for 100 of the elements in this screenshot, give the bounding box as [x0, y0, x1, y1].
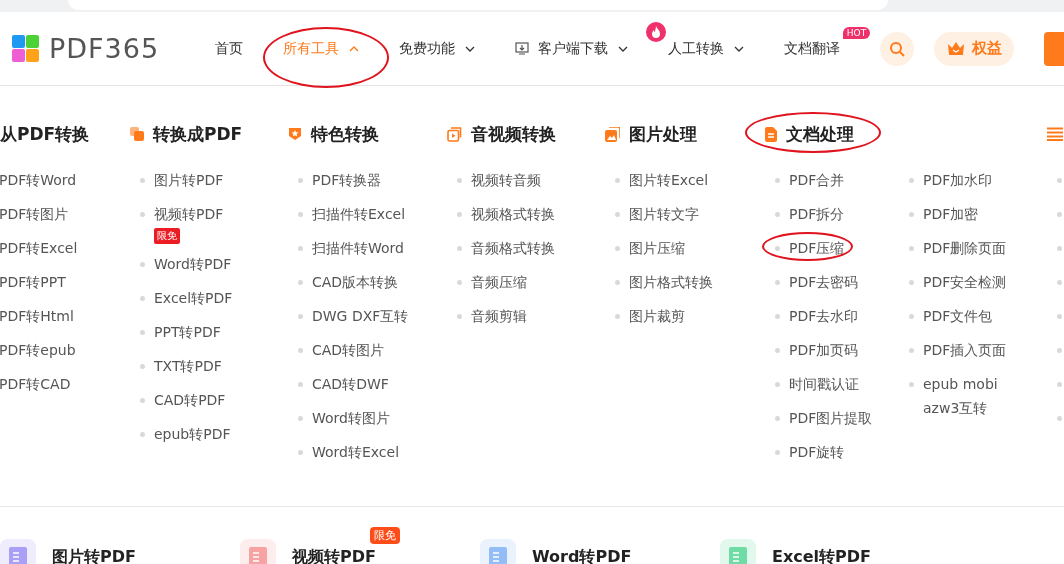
- category-title: 文档处理: [786, 122, 854, 146]
- tool-link[interactable]: PDF旋转: [789, 440, 845, 464]
- caret-icon: [349, 45, 360, 52]
- bullet-icon: [1057, 314, 1062, 319]
- tool-title[interactable]: Excel转PDF: [772, 546, 871, 564]
- tool-link[interactable]: Word转Excel: [312, 440, 400, 464]
- tool-link[interactable]: 图片转Excel: [629, 168, 709, 192]
- tool-link[interactable]: 图片转PDF: [154, 168, 224, 192]
- tool-link[interactable]: PDF转图片: [0, 202, 69, 226]
- tool-link[interactable]: PDF加密: [923, 202, 979, 226]
- caret-icon: [465, 45, 476, 52]
- tool-link[interactable]: 视频转PDF: [154, 202, 224, 226]
- tool-link[interactable]: DWG DXF互转: [312, 304, 409, 328]
- image-icon: [605, 126, 620, 142]
- bullet-icon: [457, 212, 462, 217]
- tool-link[interactable]: PDF转换器: [312, 168, 382, 192]
- tool-link[interactable]: PDF删除页面: [923, 236, 1007, 260]
- tool-link[interactable]: PDF去密码: [789, 270, 859, 294]
- tool-title[interactable]: Word转PDF: [532, 546, 632, 564]
- star-shield-icon: [288, 127, 302, 141]
- side-button[interactable]: [1044, 31, 1064, 66]
- crown-icon: [946, 41, 965, 56]
- file-icon: [9, 547, 27, 564]
- tool-link[interactable]: 音频压缩: [471, 270, 527, 294]
- bullet-icon: [775, 450, 780, 455]
- file-icon: [729, 547, 747, 564]
- bullet-icon: [1057, 178, 1062, 183]
- bullet-icon: [775, 348, 780, 353]
- bullet-icon: [775, 382, 780, 387]
- bullet-icon: [615, 246, 620, 251]
- list-icon: [1047, 127, 1063, 141]
- tool-link[interactable]: CAD转图片: [312, 338, 385, 362]
- tool-link[interactable]: CAD转DWF: [312, 372, 389, 396]
- logo-text: PDF365: [49, 33, 160, 64]
- tool-link[interactable]: PDF转epub: [0, 338, 76, 362]
- tool-link[interactable]: 时间戳认证: [789, 372, 859, 396]
- document-icon: [765, 126, 777, 142]
- category-title: 转换成PDF: [153, 122, 243, 146]
- tool-link[interactable]: PDF转CAD: [0, 372, 71, 396]
- tool-link[interactable]: 视频转音频: [471, 168, 541, 192]
- bullet-icon: [909, 246, 914, 251]
- tool-link[interactable]: PDF加水印: [923, 168, 993, 192]
- bullet-icon: [140, 296, 145, 301]
- tool-link[interactable]: 音频剪辑: [471, 304, 527, 328]
- tool-link[interactable]: PDF安全检测: [923, 270, 1007, 294]
- bullet-icon: [615, 212, 620, 217]
- search-icon: [889, 40, 906, 57]
- tool-link[interactable]: PDF插入页面: [923, 338, 1007, 362]
- tool-link[interactable]: 图片格式转换: [629, 270, 713, 294]
- tool-link[interactable]: PDF转PPT: [0, 270, 66, 294]
- tool-link[interactable]: PDF转Excel: [0, 236, 78, 260]
- tool-link[interactable]: PDF去水印: [789, 304, 859, 328]
- tool-link[interactable]: Excel转PDF: [154, 286, 233, 310]
- tool-link[interactable]: PDF合并: [789, 168, 845, 192]
- bullet-icon: [298, 178, 303, 183]
- tool-link[interactable]: CAD版本转换: [312, 270, 399, 294]
- tool-link[interactable]: PPT转PDF: [154, 320, 221, 344]
- tool-link[interactable]: PDF转Html: [0, 304, 74, 328]
- bullet-icon: [140, 330, 145, 335]
- tool-link[interactable]: PDF转Word: [0, 168, 77, 192]
- tool-link[interactable]: Word转PDF: [154, 252, 232, 276]
- bullet-icon: [298, 314, 303, 319]
- category-title: 特色转换: [311, 122, 379, 146]
- nav-link[interactable]: 客户端下载: [515, 39, 629, 58]
- bullet-icon: [775, 212, 780, 217]
- tool-link[interactable]: CAD转PDF: [154, 388, 226, 412]
- tool-link[interactable]: PDF压缩: [789, 236, 845, 260]
- tool-link[interactable]: PDF图片提取: [789, 406, 873, 430]
- tool-title[interactable]: 视频转PDF: [292, 546, 376, 564]
- tool-link[interactable]: epub转PDF: [154, 422, 231, 446]
- tool-link[interactable]: PDF拆分: [789, 202, 845, 226]
- tool-link[interactable]: 图片压缩: [629, 236, 685, 260]
- bullet-icon: [775, 280, 780, 285]
- tool-title[interactable]: 图片转PDF: [52, 546, 136, 564]
- tool-link[interactable]: 扫描件转Word: [312, 236, 404, 260]
- bullet-icon: [909, 314, 914, 319]
- bullet-icon: [615, 314, 620, 319]
- bullet-icon: [909, 178, 914, 183]
- tool-link[interactable]: 图片裁剪: [629, 304, 685, 328]
- tool-link[interactable]: PDF加页码: [789, 338, 859, 362]
- bullet-icon: [298, 280, 303, 285]
- bullet-icon: [140, 398, 145, 403]
- search-button[interactable]: [880, 31, 915, 66]
- bullet-icon: [140, 178, 145, 183]
- tool-link[interactable]: epub mobi azw3互转: [923, 372, 1023, 420]
- nav-link[interactable]: 首页: [215, 39, 244, 58]
- tool-link[interactable]: PDF文件包: [923, 304, 993, 328]
- bullet-icon: [775, 314, 780, 319]
- bullet-icon: [909, 348, 914, 353]
- bullet-icon: [298, 348, 303, 353]
- tool-link[interactable]: 扫描件转Excel: [312, 202, 406, 226]
- nav-link[interactable]: 人工转换: [668, 39, 745, 58]
- tool-link[interactable]: Word转图片: [312, 406, 390, 430]
- tool-link[interactable]: 视频格式转换: [471, 202, 555, 226]
- tool-link[interactable]: TXT转PDF: [154, 354, 222, 378]
- bullet-icon: [140, 364, 145, 369]
- tool-link[interactable]: 图片转文字: [629, 202, 699, 226]
- tool-link[interactable]: 音频格式转换: [471, 236, 555, 260]
- logo-icon: [12, 35, 39, 62]
- nav-link[interactable]: 免费功能: [399, 39, 476, 58]
